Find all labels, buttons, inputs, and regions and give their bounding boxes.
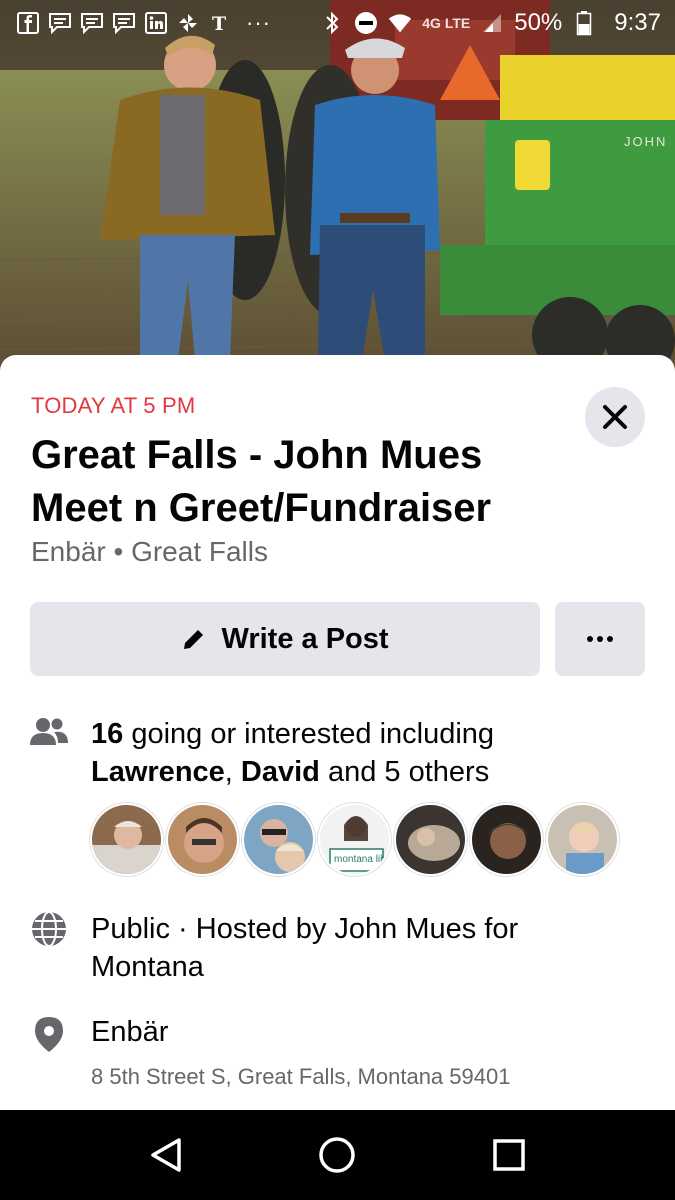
going-count: 16 — [91, 718, 124, 750]
notification-icons: T ··· — [16, 10, 271, 36]
event-title: Great Falls - John Mues Meet n Greet/Fun… — [31, 433, 492, 530]
write-post-label: Write a Post — [221, 622, 389, 655]
write-post-button[interactable]: Write a Post — [30, 602, 540, 676]
message-icon — [48, 11, 72, 35]
navigation-bar — [0, 1110, 675, 1200]
facebook-icon — [16, 11, 40, 35]
friend-name[interactable]: David — [241, 756, 320, 788]
more-dot-icon — [587, 636, 593, 642]
battery-percent: 50% — [514, 9, 563, 36]
friend-name[interactable]: Lawrence — [91, 756, 225, 788]
more-dot-icon — [607, 636, 613, 642]
avatar-4-text: montana libraries — [334, 854, 391, 865]
recents-button[interactable] — [479, 1125, 539, 1185]
do-not-disturb-icon — [354, 11, 378, 35]
venue-name[interactable]: Enbär — [91, 1016, 168, 1049]
event-date: TODAY AT 5 PM — [31, 393, 196, 418]
avatar[interactable] — [166, 803, 239, 876]
going-text: going or interested including — [123, 718, 495, 750]
privacy-host-text[interactable]: Public · Hosted by John Mues for Montana — [91, 910, 591, 986]
avatar[interactable] — [90, 803, 163, 876]
globe-icon — [30, 910, 68, 948]
avatar[interactable] — [242, 803, 315, 876]
more-options-button[interactable] — [555, 602, 645, 676]
event-details-sheet: TODAY AT 5 PM Great Falls - John Mues Me… — [0, 355, 675, 1110]
tractor-brand-text: JOHN — [624, 134, 667, 149]
avatar[interactable] — [546, 803, 619, 876]
people-icon — [30, 717, 68, 747]
pencil-icon — [184, 630, 204, 649]
avatar[interactable] — [394, 803, 467, 876]
avatar[interactable] — [470, 803, 543, 876]
name-separator: , — [224, 756, 241, 788]
attendee-avatars[interactable]: montana libraries — [90, 803, 619, 876]
close-button[interactable] — [585, 387, 645, 447]
avatar[interactable]: montana libraries — [318, 803, 391, 876]
svg-text:T: T — [212, 13, 226, 34]
location-pin-icon — [30, 1015, 68, 1053]
more-notifications-icon: ··· — [246, 10, 271, 35]
signal-icon — [480, 11, 504, 35]
wifi-icon — [388, 11, 412, 35]
venue-address[interactable]: 8 5th Street S, Great Falls, Montana 594… — [91, 1064, 510, 1090]
more-dot-icon — [597, 636, 603, 642]
nytimes-icon: T — [208, 11, 232, 35]
pinwheel-icon — [176, 11, 200, 35]
event-subtitle[interactable]: Enbär • Great Falls — [31, 536, 268, 568]
message-icon — [112, 11, 136, 35]
others-text: and 5 others — [319, 756, 490, 788]
bluetooth-icon — [320, 11, 344, 35]
home-icon — [319, 1137, 356, 1173]
linkedin-icon — [144, 11, 168, 35]
clock: 9:37 — [614, 9, 661, 36]
network-type: 4G LTE — [422, 15, 471, 31]
back-button[interactable] — [136, 1125, 196, 1185]
back-icon — [151, 1138, 181, 1172]
close-icon — [603, 405, 627, 429]
event-cover-photo: JOHN — [0, 0, 675, 380]
home-button[interactable] — [307, 1125, 367, 1185]
going-summary[interactable]: 16 going or interested including Lawrence… — [91, 715, 631, 791]
recents-icon — [493, 1139, 525, 1171]
message-icon — [80, 11, 104, 35]
status-bar: T ··· 4G LTE 50% 9:37 — [0, 0, 675, 46]
battery-icon — [572, 11, 596, 36]
